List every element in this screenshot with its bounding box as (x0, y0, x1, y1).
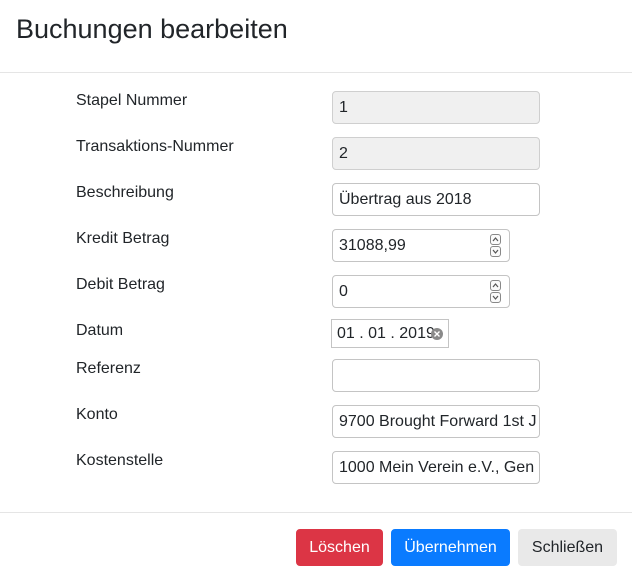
apply-button[interactable]: Übernehmen (391, 529, 510, 566)
chevron-down-icon[interactable] (490, 292, 501, 303)
transaction-number-label: Transaktions-Nummer (76, 138, 234, 155)
account-label: Konto (76, 406, 118, 423)
date-label: Datum (76, 322, 124, 339)
description-label: Beschreibung (76, 184, 174, 201)
credit-amount-value: 31088,99 (339, 237, 406, 254)
account-field[interactable]: 9700 Brought Forward 1st J (332, 405, 540, 438)
delete-button[interactable]: Löschen (296, 529, 383, 566)
edit-booking-dialog: Buchungen bearbeiten Stapel Nummer 1 Tra… (0, 0, 632, 583)
debit-amount-label: Debit Betrag (76, 276, 165, 293)
reference-label: Referenz (76, 360, 141, 377)
description-field[interactable]: Übertrag aus 2018 (332, 183, 540, 216)
close-button[interactable]: Schließen (518, 529, 617, 566)
dialog-header: Buchungen bearbeiten (0, 0, 632, 73)
credit-amount-stepper[interactable] (490, 234, 501, 257)
debit-amount-field[interactable]: 0 (332, 275, 510, 308)
reference-field[interactable] (332, 359, 540, 392)
chevron-up-icon[interactable] (490, 234, 501, 245)
debit-amount-stepper[interactable] (490, 280, 501, 303)
cost-center-field[interactable]: 1000 Mein Verein e.V., Gen (332, 451, 540, 484)
transaction-number-field[interactable]: 2 (332, 137, 540, 170)
credit-amount-field[interactable]: 31088,99 (332, 229, 510, 262)
clear-date-icon[interactable] (431, 328, 443, 340)
chevron-down-icon[interactable] (490, 246, 501, 257)
chevron-up-icon[interactable] (490, 280, 501, 291)
cost-center-label: Kostenstelle (76, 452, 164, 469)
batch-number-field[interactable]: 1 (332, 91, 540, 124)
batch-number-label: Stapel Nummer (76, 92, 188, 109)
dialog-title: Buchungen bearbeiten (16, 14, 288, 44)
credit-amount-label: Kredit Betrag (76, 230, 170, 247)
date-value: 01 . 01 . 2019 (337, 325, 435, 342)
date-field[interactable]: 01 . 01 . 2019 (331, 319, 449, 348)
debit-amount-value: 0 (339, 283, 348, 300)
